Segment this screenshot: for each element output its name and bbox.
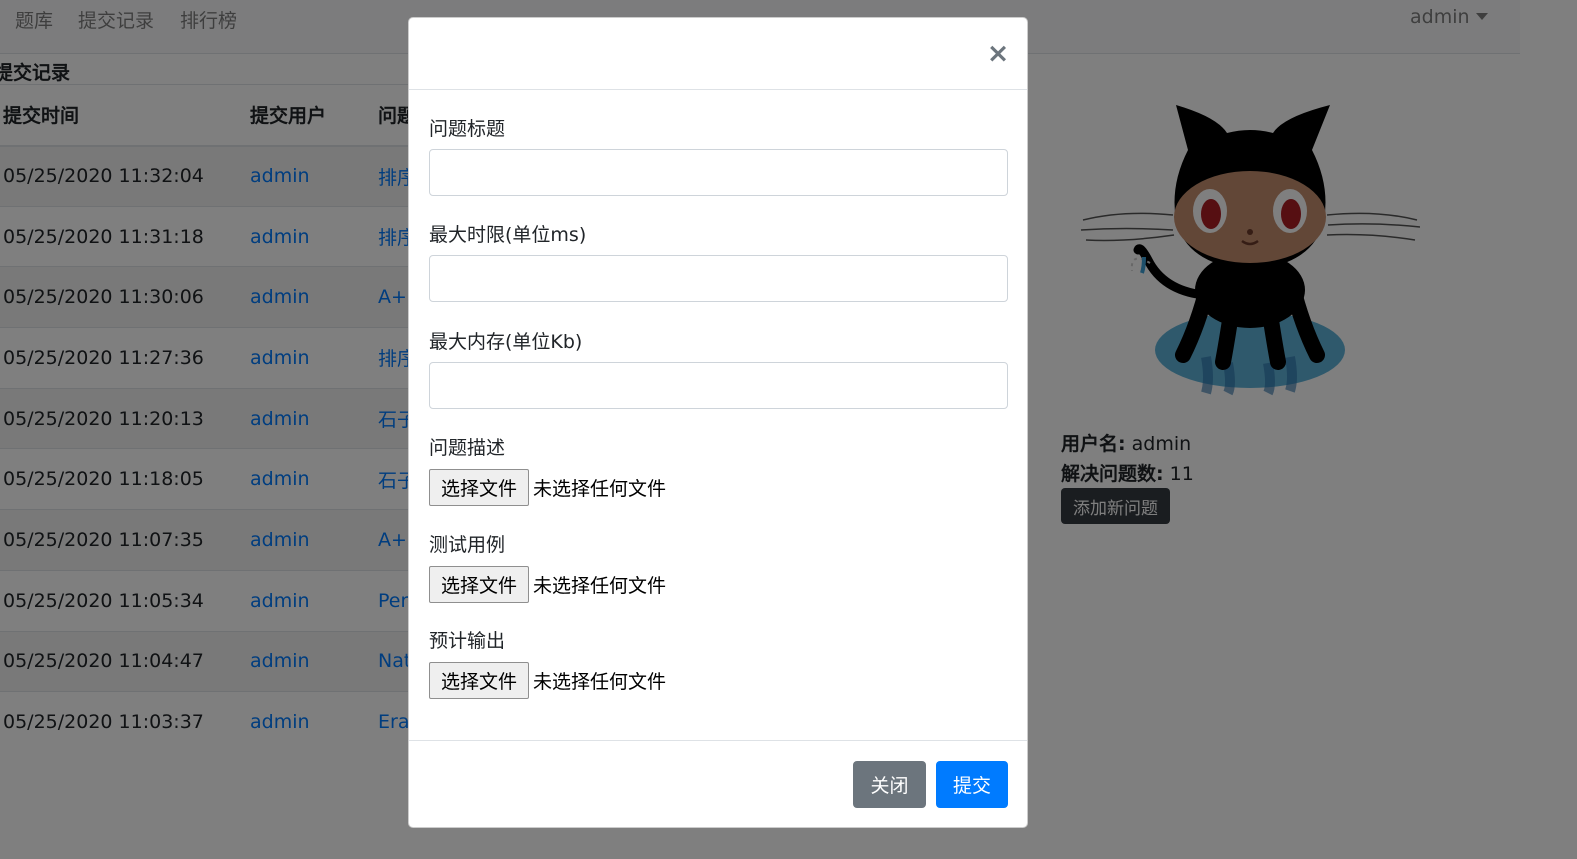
problem-title-label: 问题标题 [429,118,506,140]
test-case-file-input: 选择文件 未选择任何文件 [429,566,666,603]
modal-header: × [409,18,1027,90]
time-limit-input[interactable] [429,255,1008,302]
description-label: 问题描述 [429,437,506,459]
description-file-button[interactable]: 选择文件 [429,469,529,506]
memory-limit-input[interactable] [429,362,1008,409]
expected-output-file-button[interactable]: 选择文件 [429,662,529,699]
memory-limit-label: 最大内存(单位Kb) [429,331,583,353]
add-problem-modal: × 问题标题 最大时限(单位ms) 最大内存(单位Kb) 问题描述 选择文件 未… [408,17,1028,828]
description-file-status: 未选择任何文件 [533,478,667,500]
close-button[interactable]: 关闭 [853,761,926,808]
description-file-input: 选择文件 未选择任何文件 [429,469,666,506]
test-case-label: 测试用例 [429,534,506,556]
modal-footer: 关闭 提交 [409,740,1027,829]
expected-output-file-input: 选择文件 未选择任何文件 [429,662,666,699]
expected-output-file-status: 未选择任何文件 [533,671,667,693]
test-case-file-status: 未选择任何文件 [533,575,667,597]
problem-title-input[interactable] [429,149,1008,196]
close-icon[interactable]: × [986,40,1010,68]
submit-button[interactable]: 提交 [936,761,1008,808]
expected-output-label: 预计输出 [429,630,506,652]
test-case-file-button[interactable]: 选择文件 [429,566,529,603]
time-limit-label: 最大时限(单位ms) [429,224,587,246]
